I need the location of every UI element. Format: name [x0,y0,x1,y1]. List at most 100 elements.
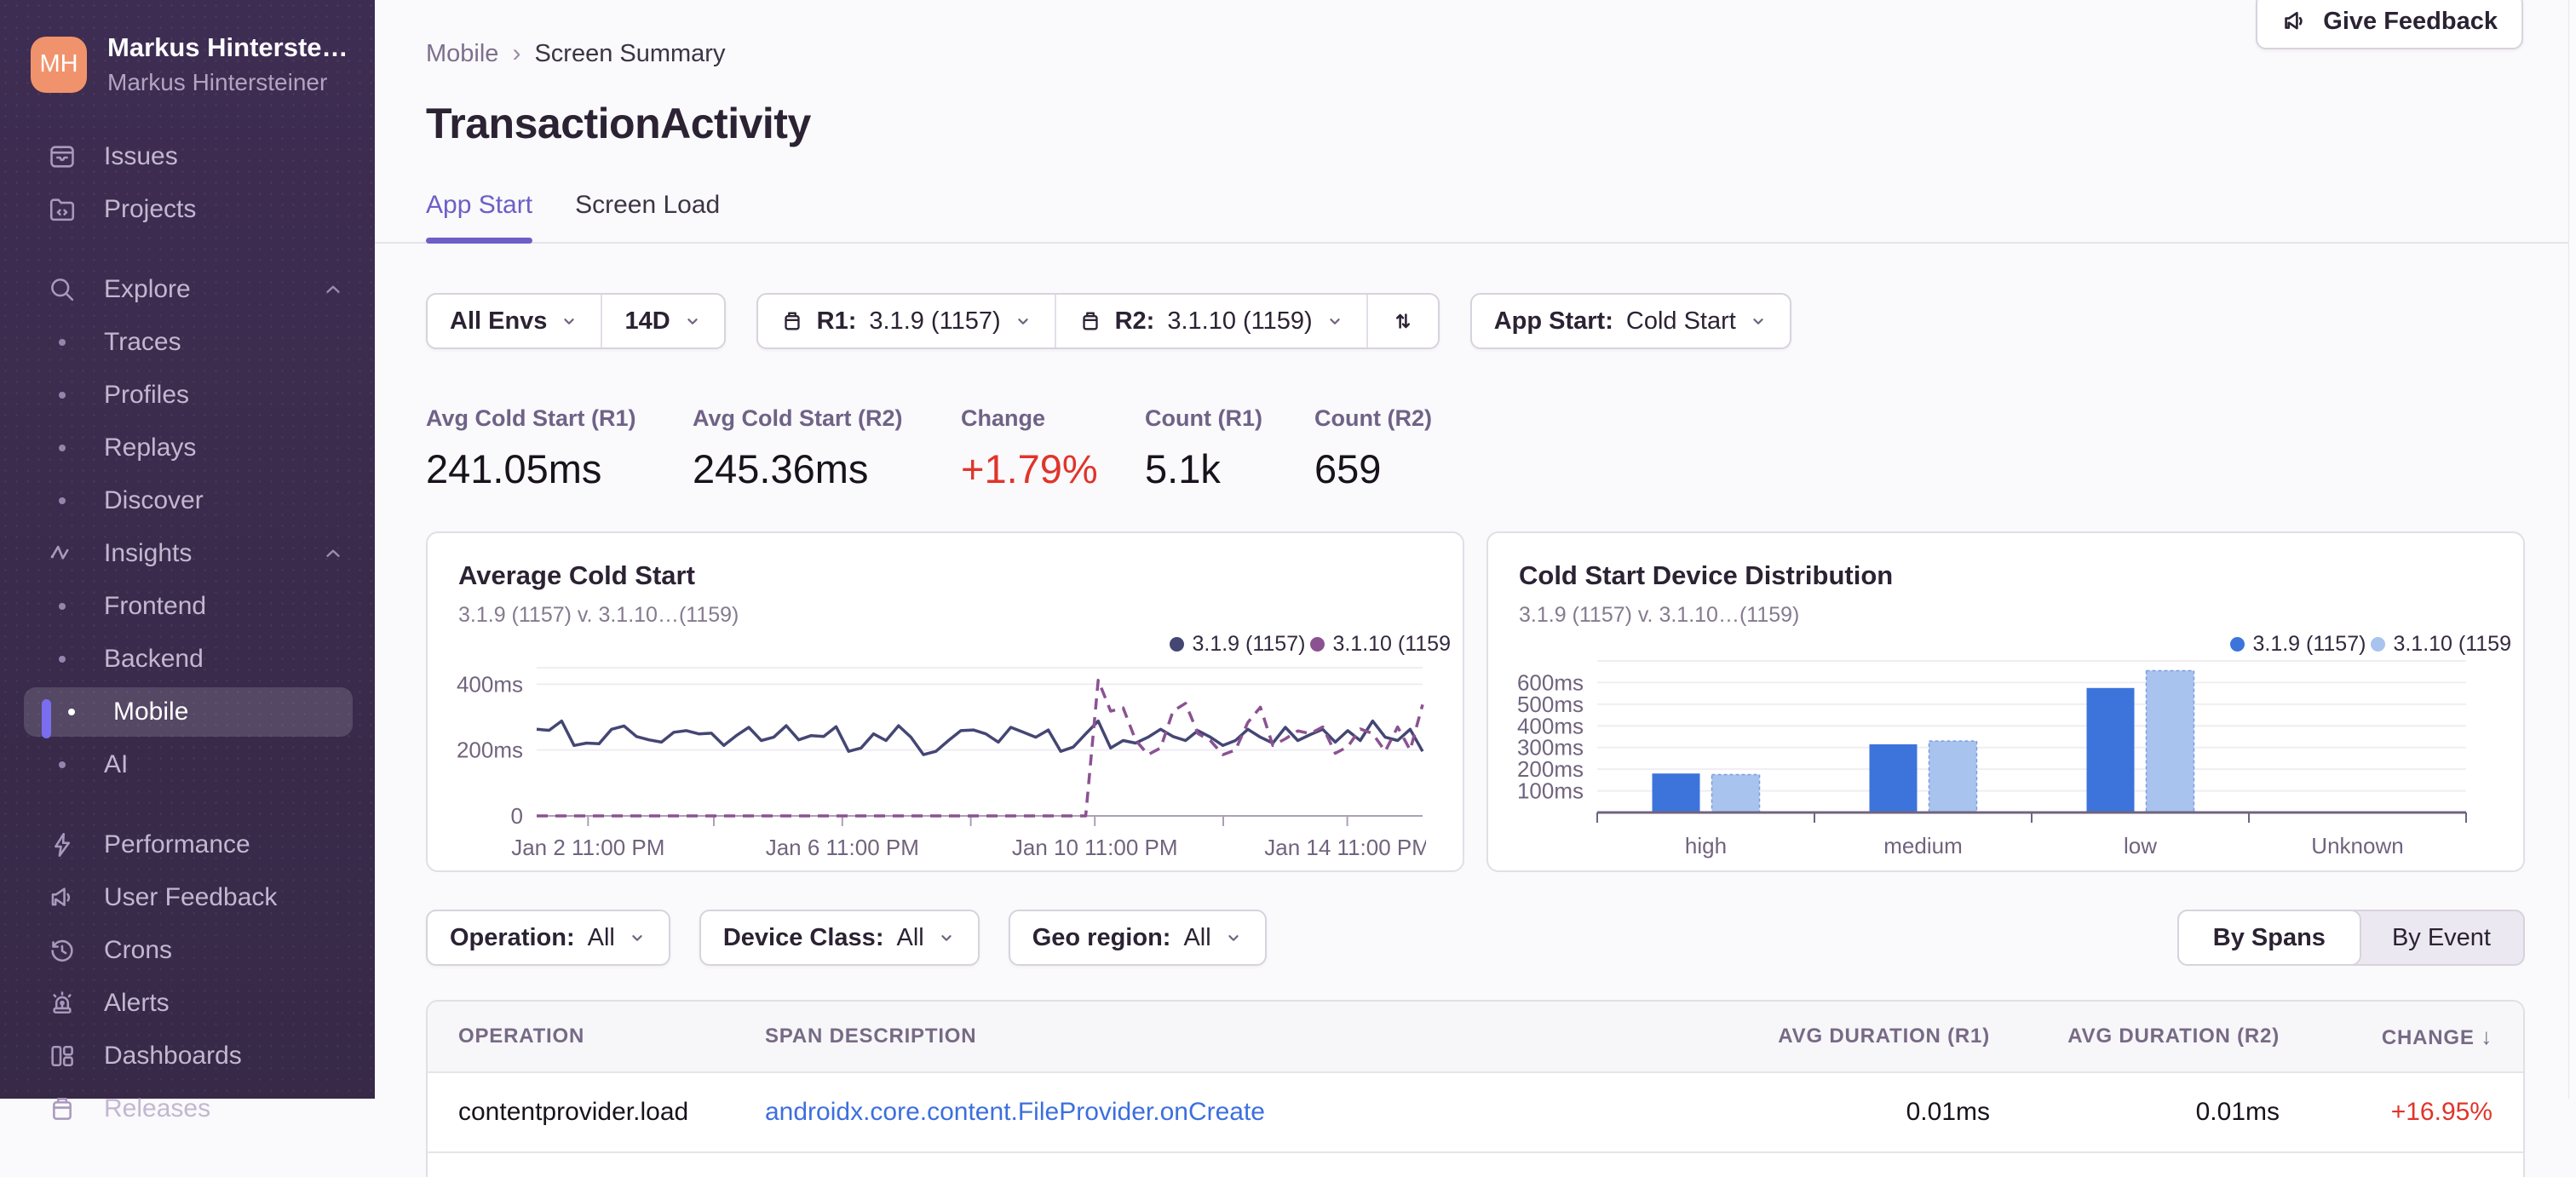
lightning-icon [44,830,80,859]
sidebar-item-label: Mobile [113,698,189,726]
siren-icon [44,989,80,1018]
chevron-down-icon [1325,312,1344,330]
stat-change: Change +1.79% [961,405,1145,492]
range-label: 14D [624,307,670,335]
sidebar-item-replays[interactable]: Replays [0,422,375,474]
tab-bar: App Start Screen Load [375,191,2576,244]
geo-region-filter[interactable]: Geo region: All [1010,911,1265,964]
sidebar-item-dashboards[interactable]: Dashboards [0,1030,375,1082]
col-operation: OPERATION [458,1025,585,1048]
sidebar-item-performance[interactable]: Performance [0,818,375,871]
svg-text:low: low [2124,833,2157,858]
sidebar-item-label: AI [104,750,129,778]
chevron-down-icon [560,312,578,330]
svg-text:medium: medium [1883,833,1962,858]
stat-count-r2: Count (R2) 659 [1314,405,1432,492]
sidebar-item-backend[interactable]: Backend [0,633,375,686]
active-indicator [42,699,51,738]
table-row: contentprovider.load androidx.core.conte… [428,1073,2523,1151]
chevron-down-icon [1224,928,1243,947]
charts-row: Average Cold Start 3.1.9 (1157) v. 3.1.1… [426,531,2525,872]
chart-subtitle: 3.1.9 (1157) v. 3.1.10…(1159) [1519,603,1800,627]
sidebar-item-ai[interactable]: AI [0,738,375,791]
chevron-down-icon [683,312,702,330]
stat-value: +1.79% [961,446,1098,491]
sidebar-item-label: Frontend [104,592,207,620]
megaphone-icon [44,883,80,912]
col-change-sort[interactable]: CHANGE ↓ [2280,1024,2493,1050]
col-span-description: SPAN DESCRIPTION [765,1025,977,1048]
sidebar-item-frontend[interactable]: Frontend [0,580,375,633]
r1-value: 3.1.9 (1157) [869,307,1001,335]
svg-text:Jan 6 11:00 PM: Jan 6 11:00 PM [766,835,919,860]
sidebar-item-traces[interactable]: Traces [0,316,375,369]
tab-screen-load[interactable]: Screen Load [575,191,720,242]
sidebar-item-user-feedback[interactable]: User Feedback [0,871,375,924]
avatar: MH [31,36,87,93]
sidebar-item-alerts[interactable]: Alerts [0,977,375,1030]
swap-releases-button[interactable] [1368,295,1438,347]
give-feedback-button[interactable]: Give Feedback [2256,0,2523,49]
page-title: TransactionActivity [426,100,811,147]
chevron-down-icon [628,928,647,947]
bar-chart: 100ms200ms300ms400ms500ms600mshigh medium… [1517,660,2467,858]
sidebar-item-label: Dashboards [104,1042,242,1070]
sidebar-item-issues[interactable]: Issues [0,130,375,183]
sidebar-item-insights[interactable]: Insights [0,527,375,580]
sort-desc-icon: ↓ [2481,1023,2493,1049]
cell-operation: contentprovider.load [458,1098,689,1126]
environment-selector[interactable]: All Envs [428,295,601,347]
device-class-value: All [896,923,924,951]
sidebar-item-label: Traces [104,328,181,356]
r1-label: R1: [816,307,857,335]
bullet-icon [44,392,80,399]
sidebar-item-label: Insights [104,539,193,567]
cell-span-description-link[interactable]: androidx.core.content.FileProvider.onCre… [765,1098,1709,1127]
device-class-filter[interactable]: Device Class: All [701,911,978,964]
sidebar-item-explore[interactable]: Explore [0,263,375,316]
appstart-type-selector[interactable]: App Start: Cold Start [1472,295,1790,347]
sidebar-item-discover[interactable]: Discover [0,474,375,527]
svg-text:Unknown: Unknown [2311,833,2403,858]
svg-text:high: high [1685,833,1727,858]
tab-app-start[interactable]: App Start [426,191,533,244]
swap-icon [1390,308,1416,334]
toggle-by-spans[interactable]: By Spans [2176,910,2361,966]
stat-value: 659 [1314,446,1382,491]
stat-count-r1: Count (R1) 5.1k [1145,405,1314,492]
operation-filter[interactable]: Operation: All [428,911,669,964]
breadcrumb-current: Screen Summary [534,39,726,67]
sidebar-item-profiles[interactable]: Profiles [0,369,375,422]
stat-label: Change [961,405,1046,431]
sidebar-item-label: Alerts [104,989,170,1017]
date-range-selector[interactable]: 14D [602,295,723,347]
sidebar-item-label: Discover [104,486,204,514]
sidebar: MH Markus Hintersteiner Markus Hinterste… [0,0,375,1122]
stat-label: Count (R1) [1145,405,1262,431]
operation-label: Operation: [450,923,575,951]
appstart-type-group: App Start: Cold Start [1469,293,1791,349]
bullet-icon [44,603,80,610]
issues-icon [44,142,80,171]
table-header: OPERATION SPAN DESCRIPTION AVG DURATION … [428,1002,2523,1073]
chart-title: Average Cold Start [458,560,695,590]
sidebar-item-projects[interactable]: Projects [0,183,375,236]
release-r1-selector[interactable]: R1: 3.1.9 (1157) [758,295,1055,347]
search-icon [44,275,80,304]
breadcrumb-mobile[interactable]: Mobile [426,40,498,68]
chevron-down-icon [937,928,956,947]
stat-label: Avg Cold Start (R2) [693,405,903,431]
release-r2-selector[interactable]: R2: 3.1.10 (1159) [1056,295,1366,347]
sidebar-item-label: Crons [104,936,173,964]
col-avg-duration-r1: AVG DURATION (R1) [1778,1025,1990,1048]
org-switcher[interactable]: MH Markus Hintersteiner Markus Hinterste… [0,0,375,96]
svg-text:600ms: 600ms [1517,669,1584,695]
view-toggle: By Spans By Event [2176,910,2525,966]
sidebar-item-mobile[interactable]: Mobile [0,686,375,738]
sidebar-item-label: Projects [104,195,197,223]
sidebar-item-crons[interactable]: Crons [0,924,375,977]
toggle-by-event[interactable]: By Event [2360,911,2523,964]
vertical-scrollbar[interactable] [2568,0,2576,1099]
cell-change: +16.95% [2390,1098,2493,1126]
chart-title: Cold Start Device Distribution [1519,560,1894,590]
